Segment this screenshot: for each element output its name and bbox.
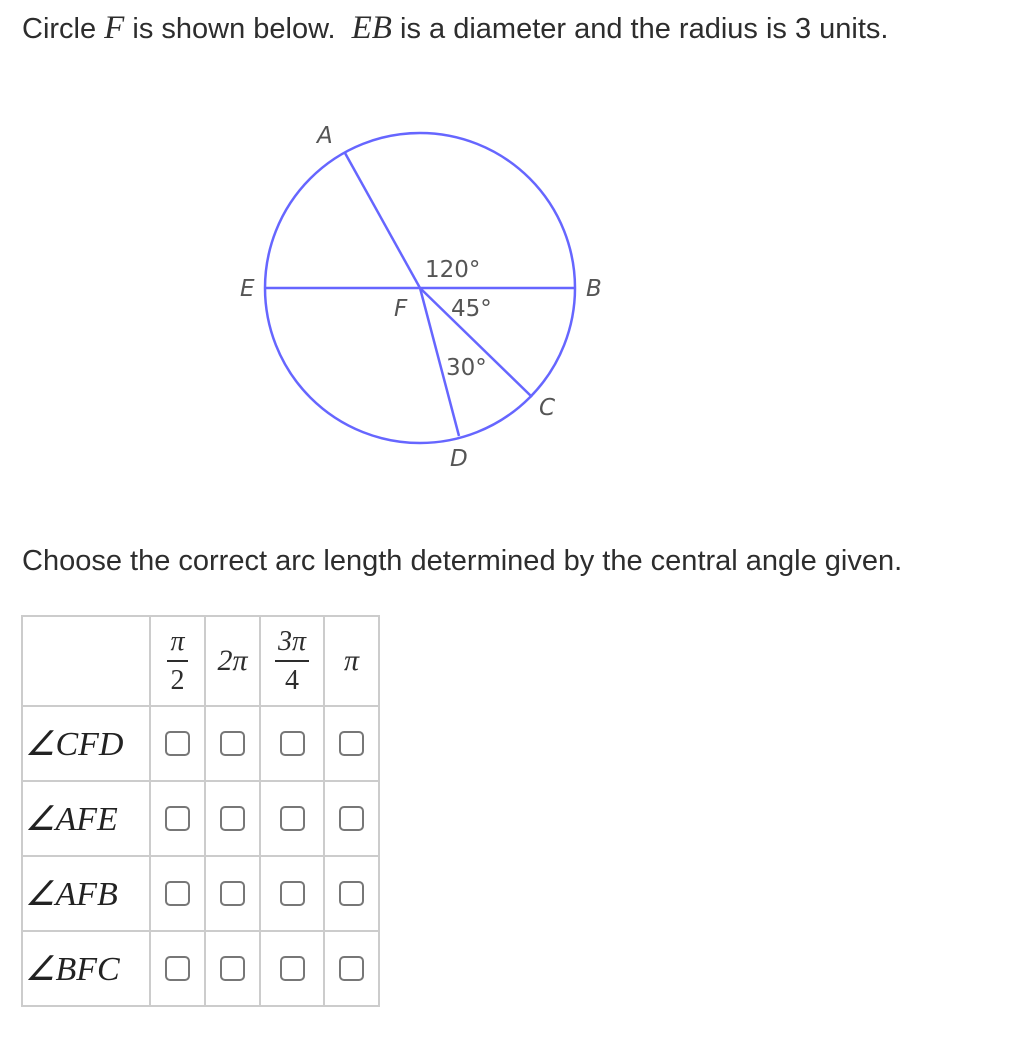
point-label-a: A <box>315 123 333 149</box>
checkbox-cfd-2pi[interactable] <box>220 731 245 756</box>
table-row: ∠AFB <box>21 855 380 932</box>
row-label-cfd: ∠CFD <box>25 725 124 763</box>
checkbox-afe-3pi-over-4[interactable] <box>279 806 305 831</box>
column-header-pi-over-2: π2 <box>149 615 206 707</box>
prompt-suffix: is a diameter and the radius is 3 units. <box>391 13 889 45</box>
prompt-prefix: Circle <box>22 13 105 45</box>
radius-fa <box>343 152 422 289</box>
checkbox-afb-2pi[interactable] <box>220 881 245 906</box>
table-row: ∠CFD <box>21 705 380 782</box>
point-label-e: E <box>240 276 255 302</box>
row-label-afb: ∠AFB <box>25 875 118 913</box>
checkbox-bfc-2pi[interactable] <box>220 956 245 981</box>
checkbox-afe-pi[interactable] <box>339 806 364 831</box>
column-header-2pi: 2π <box>204 615 261 707</box>
circle-name: F <box>104 10 125 46</box>
checkbox-cfd-3pi-over-4[interactable] <box>279 731 305 756</box>
checkbox-cfd-pi[interactable] <box>339 731 364 756</box>
diameter-name: EB <box>351 10 392 46</box>
point-label-f: F <box>394 296 408 322</box>
point-label-d: D <box>450 446 468 472</box>
checkbox-afb-3pi-over-4[interactable] <box>279 881 305 906</box>
column-header-3pi-over-4: 3π 4 <box>259 615 325 707</box>
point-label-b: B <box>586 276 602 302</box>
problem-statement: Circle F is shown below. EB is a diamete… <box>22 10 888 47</box>
checkbox-cfd-pi-over-2[interactable] <box>165 731 190 756</box>
table-row: ∠AFE <box>21 780 380 857</box>
checkbox-afb-pi[interactable] <box>339 881 364 906</box>
table-row: ∠BFC <box>21 930 380 1007</box>
instruction-text: Choose the correct arc length determined… <box>22 545 903 577</box>
checkbox-afe-pi-over-2[interactable] <box>165 806 190 831</box>
column-header-pi: π <box>323 615 380 707</box>
angle-label-bfc: 45° <box>451 296 492 322</box>
angle-label-cfd: 30° <box>446 355 487 381</box>
point-label-c: C <box>539 395 555 421</box>
row-label-afe: ∠AFE <box>25 800 118 838</box>
row-label-bfc: ∠BFC <box>25 950 120 988</box>
prompt-middle: is shown below. <box>124 13 344 45</box>
angle-label-afb: 120° <box>425 257 480 283</box>
header-row: π2 2π 3π 4 π <box>21 615 380 707</box>
answer-grid: π2 2π 3π 4 π ∠CFD ∠AFE ∠AFB ∠BFC <box>21 615 380 1007</box>
checkbox-afb-pi-over-2[interactable] <box>165 881 190 906</box>
checkbox-bfc-pi-over-2[interactable] <box>165 956 190 981</box>
circle-diagram: A E B F C D 120° 45° 30° <box>240 123 602 472</box>
checkbox-bfc-pi[interactable] <box>339 956 364 981</box>
checkbox-afe-2pi[interactable] <box>220 806 245 831</box>
header-corner <box>21 615 151 707</box>
checkbox-bfc-3pi-over-4[interactable] <box>279 956 305 981</box>
